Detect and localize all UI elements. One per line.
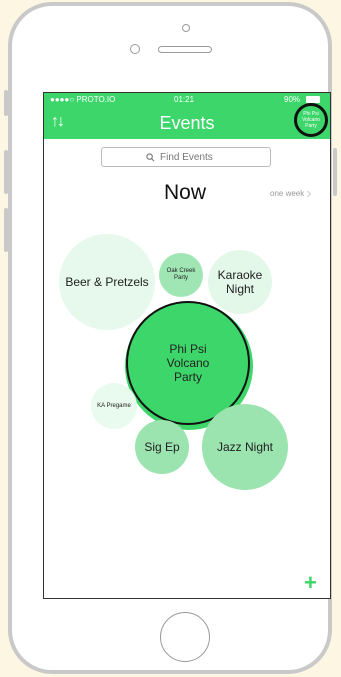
- app-screen: ●●●●○ PROTO.IO 01:21 90% ↑↓ Events Phi P…: [43, 92, 331, 599]
- search-bar[interactable]: [101, 147, 271, 167]
- nav-bar: ↑↓ Events Phi Psi Volcano Party: [44, 103, 330, 139]
- earpiece-speaker: [158, 46, 212, 53]
- timeframe-title: Now: [164, 181, 207, 204]
- mute-switch: [4, 90, 8, 116]
- event-label: KA Pregame: [97, 403, 131, 409]
- carrier-label: ●●●●○ PROTO.IO: [50, 95, 116, 104]
- event-bubble-beer-pretzels[interactable]: Beer & Pretzels: [59, 234, 155, 330]
- search-icon: [146, 152, 155, 161]
- event-bubble-ka-pregame[interactable]: KA Pregame: [91, 383, 137, 429]
- sensor-dot: [182, 24, 190, 32]
- volume-down-button: [4, 208, 8, 252]
- event-bubble-sig-ep[interactable]: Sig Ep: [135, 420, 189, 474]
- event-bubble-oak-creek[interactable]: Oak Creek Party: [159, 253, 203, 297]
- event-label: Sig Ep: [144, 440, 180, 454]
- event-bubble-jazz-night[interactable]: Jazz Night: [202, 404, 288, 490]
- battery-icon: [306, 96, 320, 103]
- search-input[interactable]: [158, 150, 226, 164]
- event-label: Beer & Pretzels: [65, 275, 149, 289]
- battery-percent: 90%: [284, 95, 301, 104]
- power-button: [333, 148, 337, 196]
- volume-up-button: [4, 150, 8, 194]
- chevron-right-icon: ›: [306, 184, 312, 202]
- event-label: Oak Creek Party: [166, 268, 196, 281]
- event-label: Phi Psi Volcano Party: [166, 342, 210, 384]
- clock: 01:21: [174, 95, 195, 104]
- front-camera: [130, 44, 140, 54]
- page-title: Events: [159, 113, 215, 133]
- status-bar: ●●●●○ PROTO.IO 01:21 90%: [44, 93, 330, 107]
- add-event-button[interactable]: +: [304, 572, 317, 594]
- featured-event-bubble[interactable]: Phi Psi Volcano Party: [294, 103, 328, 137]
- phone-frame: ●●●●○ PROTO.IO 01:21 90% ↑↓ Events Phi P…: [8, 2, 332, 674]
- event-label: Karaoke Night: [217, 268, 263, 296]
- event-label: Jazz Night: [216, 440, 274, 454]
- event-bubble-karaoke[interactable]: Karaoke Night: [208, 250, 272, 314]
- featured-event-label: Phi Psi Volcano Party: [302, 111, 320, 129]
- home-button[interactable]: [160, 612, 210, 662]
- next-timeframe-label: one week: [270, 189, 305, 198]
- next-timeframe-link[interactable]: one week ›: [270, 184, 312, 202]
